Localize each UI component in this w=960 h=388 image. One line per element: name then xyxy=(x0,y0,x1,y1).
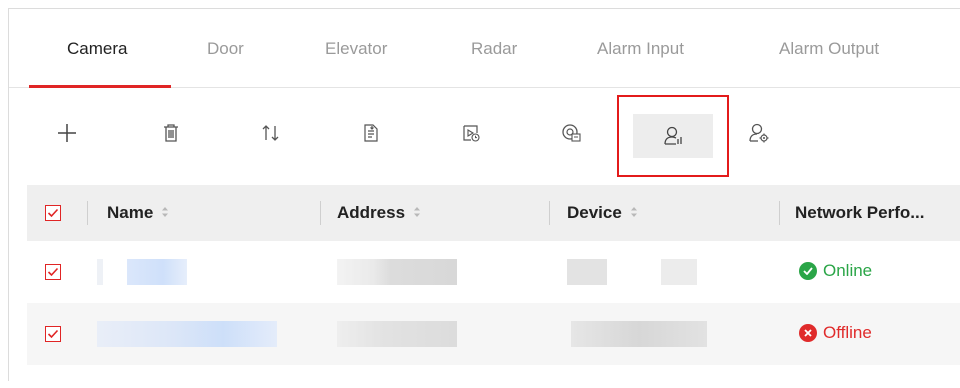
status-offline: Offline xyxy=(799,323,872,343)
sort-icon xyxy=(161,203,169,223)
select-all-checkbox[interactable] xyxy=(45,205,61,221)
redacted-name xyxy=(97,321,277,347)
column-divider xyxy=(87,201,88,225)
user-settings-icon xyxy=(664,126,682,145)
playback-button[interactable] xyxy=(449,111,493,155)
checkmark-icon xyxy=(47,267,59,277)
row-checkbox[interactable] xyxy=(45,326,61,342)
status-online: Online xyxy=(799,261,872,281)
device-management-panel: Camera Door Elevator Radar Alarm Input A… xyxy=(8,8,960,381)
user-config-button[interactable] xyxy=(737,111,781,155)
check-circle-icon xyxy=(799,262,817,280)
sort-icon xyxy=(630,203,638,223)
column-divider xyxy=(549,201,550,225)
column-header-name[interactable]: Name xyxy=(107,185,169,241)
checkmark-icon xyxy=(47,329,59,339)
redacted-name xyxy=(127,259,187,285)
channel-button[interactable] xyxy=(549,111,593,155)
user-config-icon xyxy=(749,123,769,143)
delete-button[interactable] xyxy=(149,111,193,155)
redacted-name xyxy=(97,259,103,285)
import-icon xyxy=(364,124,378,142)
column-header-device[interactable]: Device xyxy=(567,185,638,241)
playback-icon xyxy=(463,125,480,142)
column-header-network-performance[interactable]: Network Perfo... xyxy=(795,185,924,241)
redacted-device xyxy=(661,259,697,285)
column-divider xyxy=(320,201,321,225)
import-button[interactable] xyxy=(349,111,393,155)
tab-door[interactable]: Door xyxy=(207,39,244,59)
user-settings-button[interactable] xyxy=(633,114,713,158)
table-header: Name Address Device Network Perfo... xyxy=(27,185,960,241)
tab-elevator[interactable]: Elevator xyxy=(325,39,387,59)
table-row[interactable]: Online xyxy=(27,241,960,303)
redacted-device xyxy=(567,259,607,285)
active-tab-indicator xyxy=(29,85,171,88)
checkmark-icon xyxy=(47,208,59,218)
sort-button[interactable] xyxy=(249,111,293,155)
redacted-address xyxy=(337,321,457,347)
tab-alarm-output[interactable]: Alarm Output xyxy=(779,39,879,59)
tab-camera[interactable]: Camera xyxy=(67,39,127,59)
add-icon xyxy=(58,124,76,142)
delete-icon xyxy=(164,124,178,142)
table-row[interactable]: Offline xyxy=(27,303,960,365)
sort-icon xyxy=(262,125,279,141)
channel-icon xyxy=(562,124,581,142)
sort-icon xyxy=(413,203,421,223)
row-checkbox[interactable] xyxy=(45,264,61,280)
tab-alarm-input[interactable]: Alarm Input xyxy=(597,39,684,59)
error-circle-icon xyxy=(799,324,817,342)
toolbar xyxy=(9,109,960,165)
redacted-device xyxy=(571,321,707,347)
column-divider xyxy=(779,201,780,225)
redacted-address xyxy=(337,259,457,285)
tab-bar: Camera Door Elevator Radar Alarm Input A… xyxy=(9,9,960,88)
tab-radar[interactable]: Radar xyxy=(471,39,517,59)
column-header-address[interactable]: Address xyxy=(337,185,421,241)
add-button[interactable] xyxy=(45,111,89,155)
